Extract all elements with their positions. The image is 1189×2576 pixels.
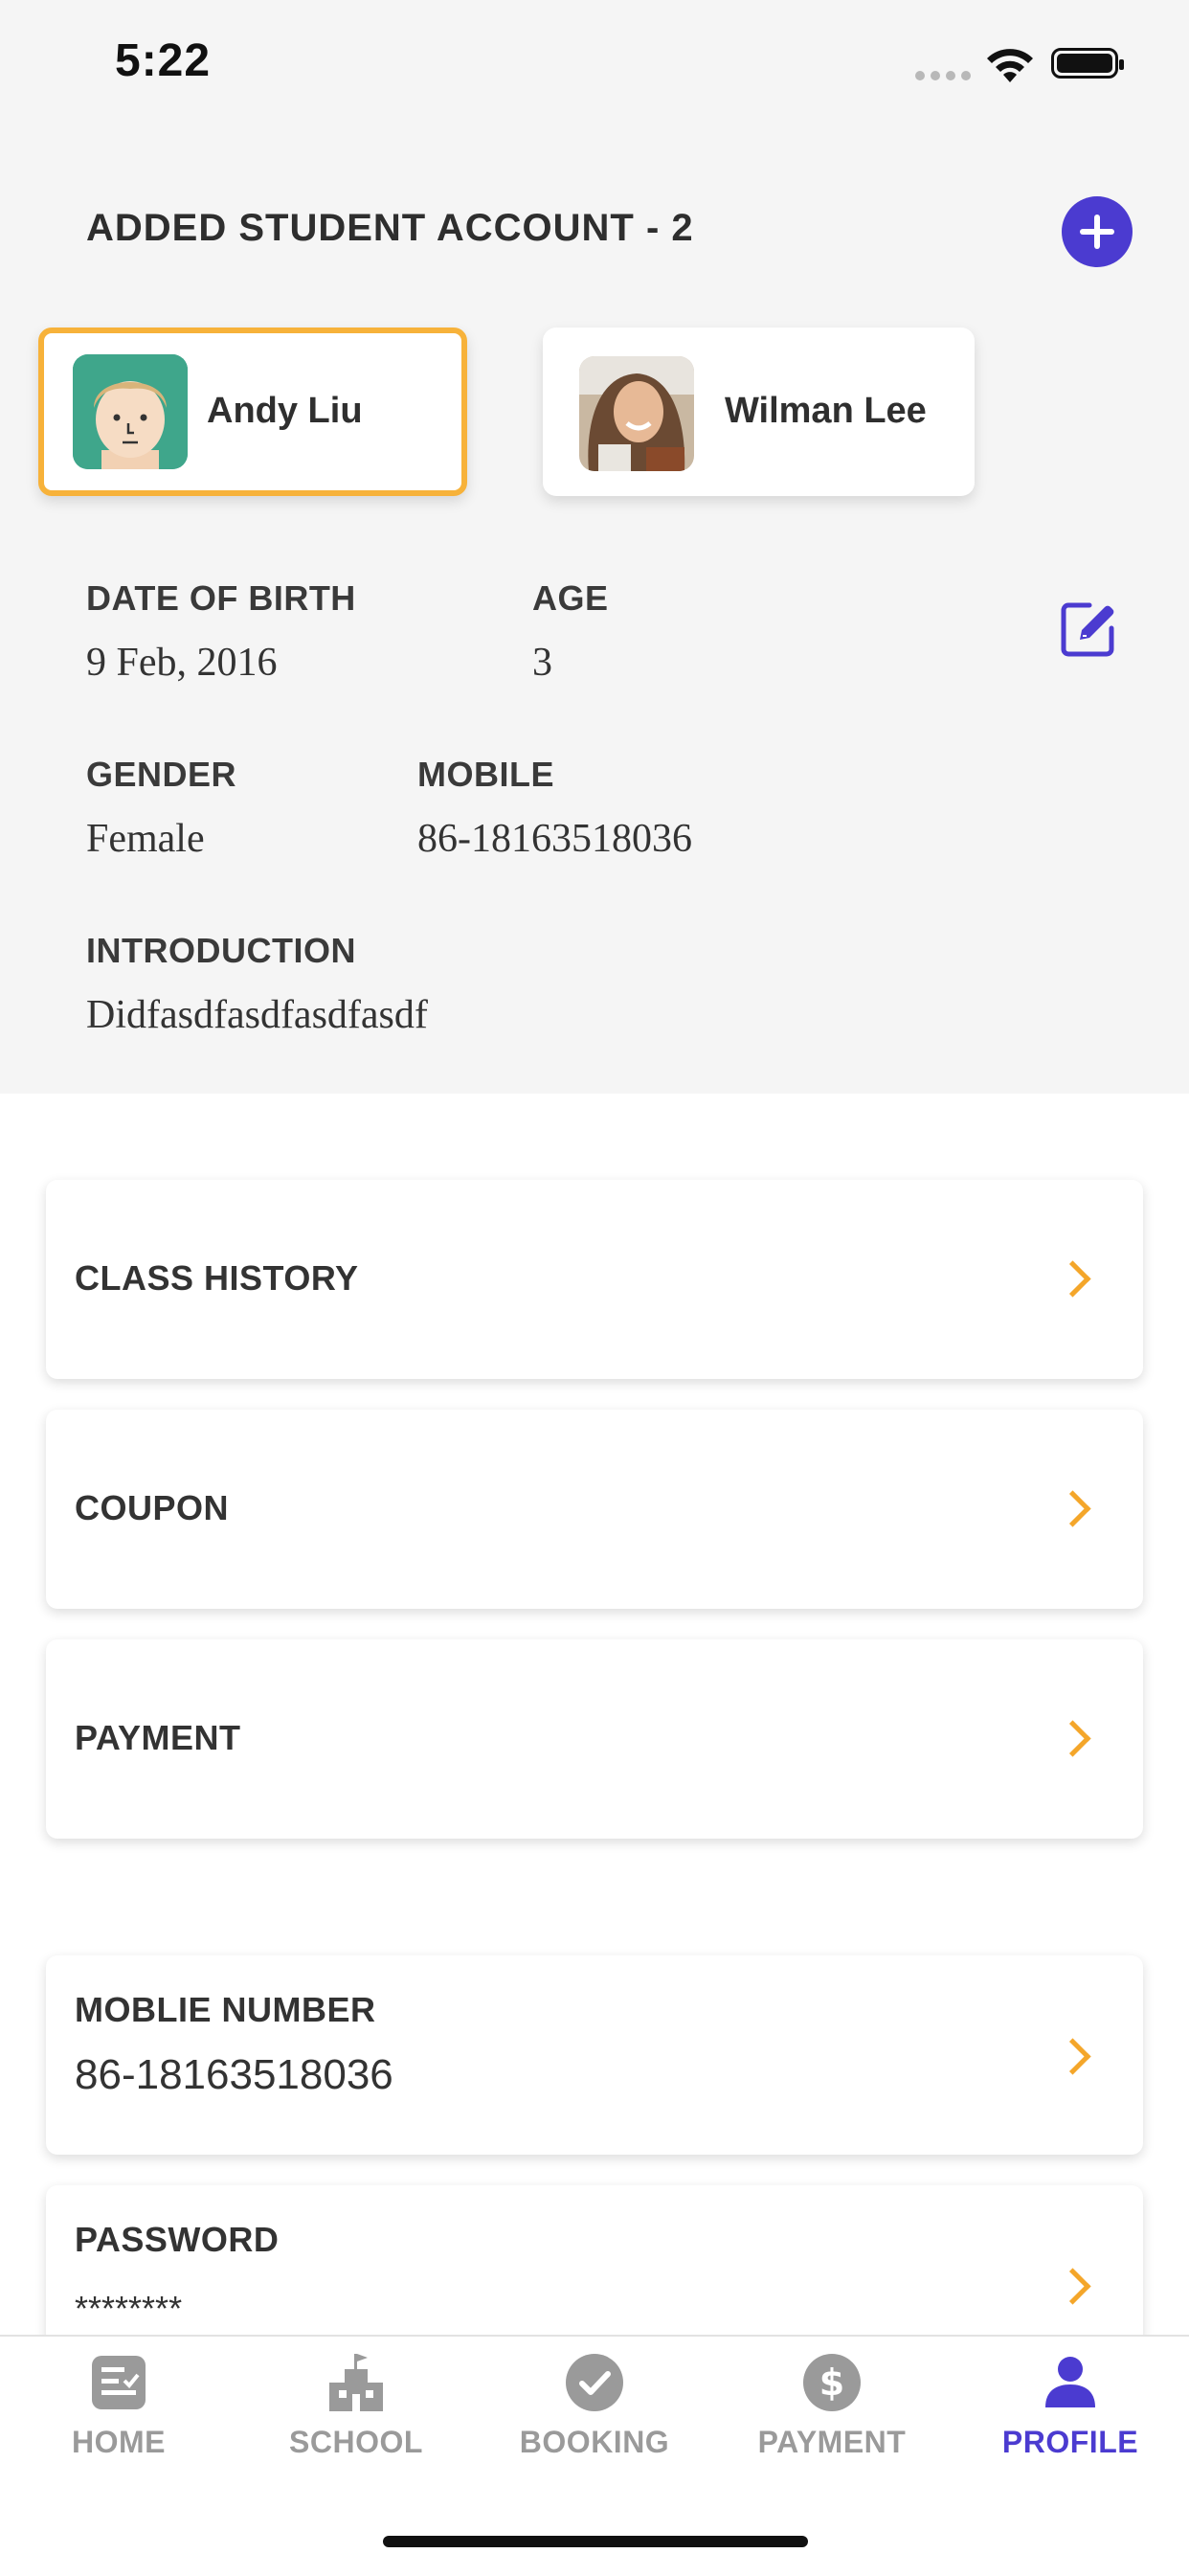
avatar (73, 354, 188, 469)
mobile-label: MOBILE (417, 755, 554, 794)
class-history-row[interactable]: CLASS HISTORY (46, 1180, 1143, 1379)
dob-label: DATE OF BIRTH (86, 578, 356, 618)
wifi-icon (987, 49, 1033, 82)
school-icon (325, 2352, 387, 2413)
payment-row[interactable]: PAYMENT (46, 1639, 1143, 1839)
user-icon (1040, 2352, 1101, 2413)
tab-school-label: SCHOOL (289, 2425, 423, 2459)
dollar-icon: $ (801, 2352, 863, 2413)
chevron-right-icon (1054, 1490, 1091, 1527)
password-label: PASSWORD (75, 2220, 280, 2259)
dob-value: 9 Feb, 2016 (86, 641, 278, 685)
tab-booking-label: BOOKING (519, 2425, 670, 2459)
coupon-label: COUPON (75, 1488, 230, 1527)
chevron-right-icon (1054, 1720, 1091, 1757)
home-icon (88, 2352, 149, 2413)
gender-value: Female (86, 817, 205, 861)
tab-profile[interactable]: PROFILE (952, 2352, 1189, 2460)
tab-booking[interactable]: BOOKING (476, 2352, 713, 2460)
home-indicator (383, 2536, 808, 2547)
gender-label: GENDER (86, 755, 237, 794)
tab-profile-label: PROFILE (1001, 2425, 1139, 2459)
chevron-right-icon (1054, 1260, 1091, 1298)
battery-icon (1051, 48, 1124, 79)
boy-avatar-icon (73, 354, 188, 469)
cellular-signal-icon (915, 71, 971, 80)
mobile-number-label: MOBLIE NUMBER (75, 1990, 376, 2029)
check-circle-icon (564, 2352, 625, 2413)
introduction-value: Didfasdfasdfasdfasdf (86, 993, 428, 1037)
age-value: 3 (532, 641, 552, 685)
mobile-value: 86-18163518036 (417, 817, 692, 861)
tab-payment[interactable]: $ PAYMENT (713, 2352, 951, 2460)
page-title: ADDED STUDENT ACCOUNT - 2 (86, 207, 694, 249)
mobile-number-value: 86-18163518036 (75, 2051, 393, 2098)
chevron-right-icon (1054, 2038, 1091, 2075)
introduction-label: INTRODUCTION (86, 931, 356, 970)
student-card-wilman-lee[interactable]: Wilman Lee (543, 328, 975, 496)
student-name: Wilman Lee (725, 391, 927, 431)
password-value: ******** (75, 2289, 183, 2328)
svg-text:$: $ (819, 2361, 844, 2404)
avatar (579, 356, 694, 471)
student-name: Andy Liu (207, 391, 363, 431)
tab-home[interactable]: HOME (0, 2352, 237, 2460)
tab-payment-label: PAYMENT (757, 2425, 907, 2459)
age-label: AGE (532, 578, 609, 618)
photo-avatar-icon (579, 356, 694, 471)
student-card-andy-liu[interactable]: Andy Liu (38, 328, 467, 496)
edit-icon[interactable] (1057, 598, 1120, 661)
mobile-number-row[interactable]: MOBLIE NUMBER 86-18163518036 (46, 1955, 1143, 2155)
add-student-button[interactable] (1062, 196, 1133, 267)
chevron-right-icon (1054, 2268, 1091, 2305)
class-history-label: CLASS HISTORY (75, 1258, 359, 1298)
status-time: 5:22 (115, 35, 212, 86)
payment-label: PAYMENT (75, 1718, 241, 1757)
tab-school[interactable]: SCHOOL (237, 2352, 475, 2460)
tab-home-label: HOME (72, 2425, 166, 2459)
coupon-row[interactable]: COUPON (46, 1410, 1143, 1609)
